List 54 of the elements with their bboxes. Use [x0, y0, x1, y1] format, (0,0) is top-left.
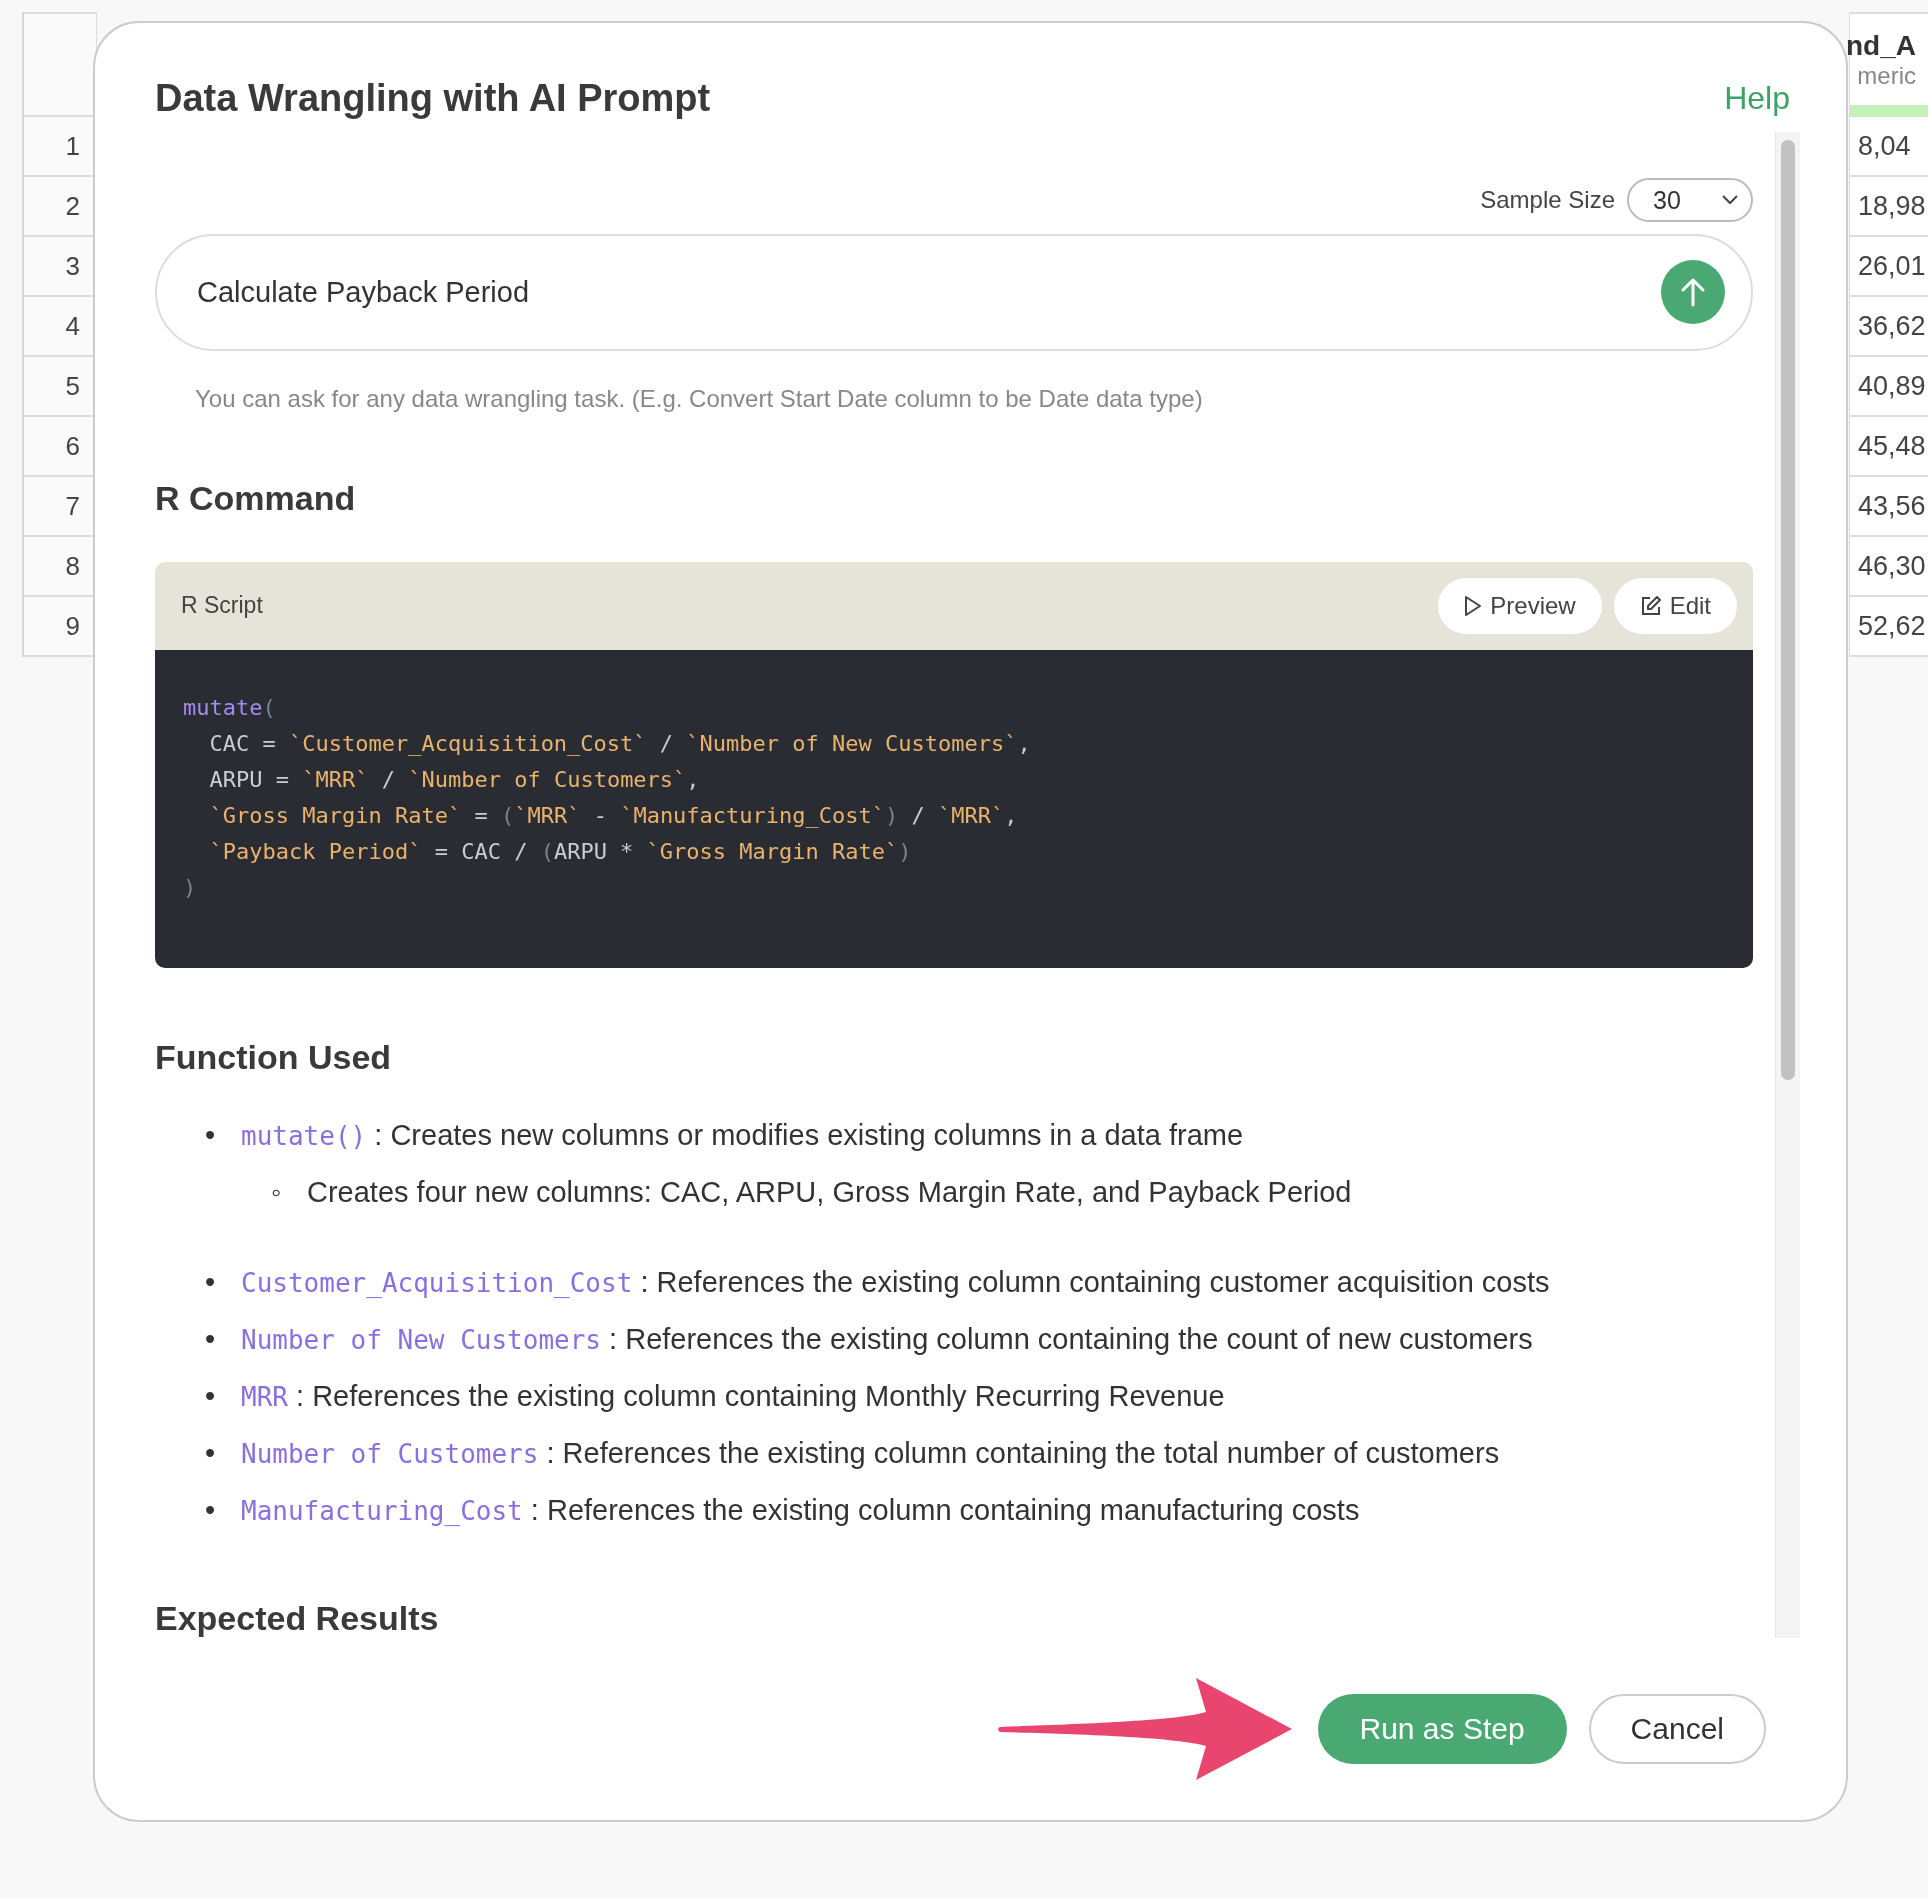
table-cell: 52,62 — [1850, 597, 1928, 657]
table-cell: 26,01 — [1850, 237, 1928, 297]
table-cell: 46,30 — [1850, 537, 1928, 597]
code-term: Customer_Acquisition_Cost — [241, 1268, 633, 1298]
table-cell: 45,48 — [1850, 417, 1928, 477]
table-cell: 43,56 — [1850, 477, 1928, 537]
section-heading: Function Used — [155, 1038, 393, 1077]
code-line: `Payback Period` = CAC / (ARPU * `Gross Margin Rate`) — [208, 837, 913, 866]
bullet-marker: • — [205, 1379, 217, 1414]
code-line: ) — [183, 873, 198, 902]
edit-button[interactable]: Edit — [1613, 577, 1737, 634]
play-icon — [1464, 594, 1483, 617]
section-heading: R Command — [155, 478, 357, 518]
preview-button[interactable]: Preview — [1438, 577, 1602, 634]
section-heading: Expected Results — [155, 1599, 440, 1638]
bullet-marker: ◦ — [271, 1175, 283, 1210]
description-text: : Creates new columns or modifies existing columns in a data frame — [374, 1119, 1244, 1151]
column-type: meric — [1857, 61, 1916, 90]
bullet-marker: • — [205, 1322, 217, 1357]
description-text: : References the existing column containing manufacturing costs — [530, 1494, 1360, 1526]
code-term: Number of Customers — [241, 1439, 539, 1469]
description-text: : References the existing column containing Monthly Recurring Revenue — [296, 1380, 1225, 1412]
table-cell: 40,89 — [1850, 357, 1928, 417]
hint-text: You can ask for any data wrangling task. (E.g. Convert Start Date column to be Date data type) — [195, 384, 1204, 413]
bullet-marker: • — [205, 1118, 217, 1153]
code-line: ARPU = `MRR` / `Number of Customers`, — [208, 765, 701, 794]
pencil-icon — [1639, 594, 1662, 617]
chevron-down-icon — [1721, 194, 1739, 206]
script-label: R Script — [181, 592, 263, 619]
cancel-button[interactable]: Cancel — [1588, 1694, 1766, 1764]
code-term: MRR — [241, 1382, 288, 1412]
table-cell: 36,62 — [1850, 297, 1928, 357]
code-line: mutate( — [183, 693, 277, 722]
description-text: : References the existing column containing the total number of customers — [546, 1437, 1500, 1469]
description-text: : References the existing column containing the count of new customers — [609, 1323, 1533, 1355]
arrow-up-icon — [1680, 277, 1706, 308]
code-term: Number of New Customers — [241, 1325, 602, 1355]
bullet-marker: • — [205, 1493, 217, 1528]
code-line: CAC = `Customer_Acquisition_Cost` / `Number of New Customers`, — [208, 729, 1032, 758]
dialog-title: Data Wrangling with AI Prompt — [155, 77, 711, 120]
prompt-field[interactable]: Calculate Payback Period — [155, 234, 1753, 351]
column-header: nd_A — [1846, 29, 1916, 62]
code-term: mutate() — [241, 1121, 367, 1151]
description-text: : References the existing column containing customer acquisition costs — [640, 1266, 1550, 1298]
table-cell: 8,04 — [1850, 117, 1928, 177]
description-text: Creates four new columns: CAC, ARPU, Gross Margin Rate, and Payback Period — [307, 1176, 1352, 1208]
bullet-marker: • — [205, 1265, 217, 1300]
sample-size-label: Sample Size — [1480, 186, 1615, 214]
code-line: `Gross Margin Rate` = (`MRR` - `Manufacturing_Cost`) / `MRR`, — [208, 801, 1019, 830]
sample-size-dropdown[interactable]: 30 — [1627, 178, 1753, 222]
bullet-marker: • — [205, 1436, 217, 1471]
table-cell: 18,98 — [1850, 177, 1928, 237]
code-term: Manufacturing_Cost — [241, 1496, 523, 1526]
scrollbar[interactable] — [1775, 132, 1800, 1638]
